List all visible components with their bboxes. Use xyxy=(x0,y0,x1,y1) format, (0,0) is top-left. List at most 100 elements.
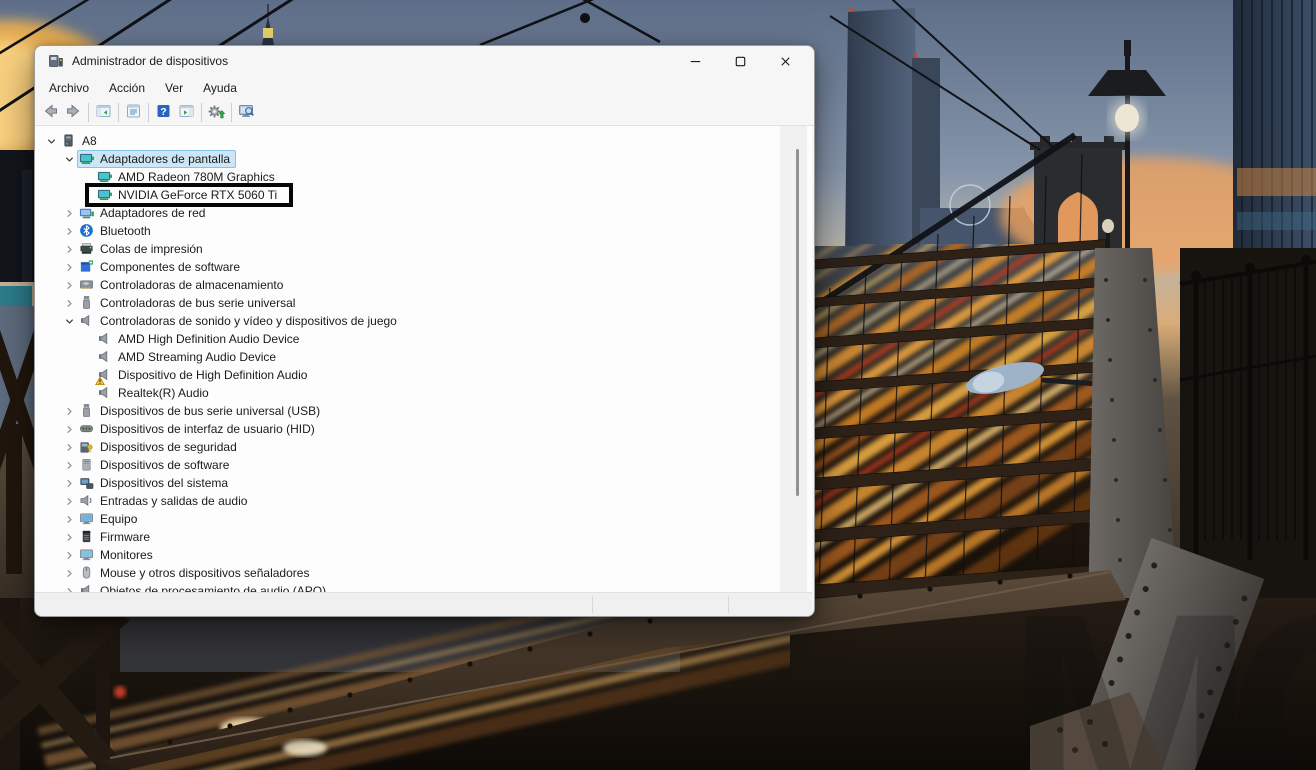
chevron-right-icon[interactable] xyxy=(61,241,77,257)
tree-item-controladoras-de-bus-serie-universal[interactable]: Controladoras de bus serie universal xyxy=(35,294,812,312)
chevron-right-icon[interactable] xyxy=(61,439,77,455)
menu-item-ver[interactable]: Ver xyxy=(156,78,192,98)
tree-item-label: Componentes de software xyxy=(100,259,240,275)
printer-icon xyxy=(79,241,95,257)
indent-spacer xyxy=(79,169,95,185)
toolbar-separator xyxy=(148,103,149,122)
chevron-right-icon[interactable] xyxy=(61,277,77,293)
tree-item-mouse-y-otros-dispositivos-senaladores[interactable]: Mouse y otros dispositivos señaladores xyxy=(35,564,812,582)
chevron-right-icon[interactable] xyxy=(61,493,77,509)
hid-device-icon xyxy=(79,421,95,437)
tree-item-label: Dispositivos de software xyxy=(100,457,229,473)
title-bar[interactable]: Administrador de dispositivos xyxy=(35,46,814,76)
tree-item-componentes-de-software[interactable]: Componentes de software xyxy=(35,258,812,276)
tree-item-controladoras-de-sonido-y-video-y-dispositivos-de-juego[interactable]: Controladoras de sonido y vídeo y dispos… xyxy=(35,312,812,330)
chevron-right-icon[interactable] xyxy=(61,457,77,473)
tree-item-amd-radeon-780m-graphics[interactable]: AMD Radeon 780M Graphics xyxy=(35,168,812,186)
tree-item-dispositivos-del-sistema[interactable]: Dispositivos del sistema xyxy=(35,474,812,492)
minimize-button[interactable] xyxy=(673,46,718,76)
indent-spacer xyxy=(79,385,95,401)
chevron-right-icon[interactable] xyxy=(61,205,77,221)
chevron-right-icon[interactable] xyxy=(61,511,77,527)
toolbar-button-help[interactable]: ? xyxy=(152,101,175,123)
maximize-button[interactable] xyxy=(718,46,763,76)
tree-item-adaptadores-de-red[interactable]: Adaptadores de red xyxy=(35,204,812,222)
usb-controller-icon xyxy=(79,295,95,311)
chevron-right-icon[interactable] xyxy=(61,475,77,491)
tree-item-colas-de-impresion[interactable]: Colas de impresión xyxy=(35,240,812,258)
chevron-down-icon[interactable] xyxy=(61,313,77,329)
close-button[interactable] xyxy=(763,46,808,76)
device-manager-icon xyxy=(48,53,64,69)
toolbar-button-scan-hardware-changes[interactable] xyxy=(235,101,258,123)
tree-item-a8[interactable]: A8 xyxy=(35,132,812,150)
chevron-right-icon[interactable] xyxy=(61,529,77,545)
software-component-icon xyxy=(79,259,95,275)
computer-icon xyxy=(61,133,77,149)
tree-item-dispositivo-de-high-definition-audio[interactable]: Dispositivo de High Definition Audio xyxy=(35,366,812,384)
audio-device-icon xyxy=(97,349,113,365)
status-divider xyxy=(592,596,593,613)
toolbar-separator xyxy=(118,103,119,122)
usb-controller-icon xyxy=(79,403,95,419)
menu-item-archivo[interactable]: Archivo xyxy=(40,78,98,98)
tree-item-label: Firmware xyxy=(100,529,150,545)
tree-item-nvidia-geforce-rtx-5060-ti[interactable]: NVIDIA GeForce RTX 5060 Ti xyxy=(35,186,812,204)
toolbar-button-update-driver[interactable] xyxy=(205,101,228,123)
scrollbar-thumb[interactable] xyxy=(796,149,799,496)
tree-item-label: AMD Streaming Audio Device xyxy=(118,349,276,365)
indent-spacer xyxy=(79,187,95,203)
chevron-right-icon[interactable] xyxy=(61,223,77,239)
tree-item-dispositivos-de-interfaz-de-usuario-hid[interactable]: Dispositivos de interfaz de usuario (HID… xyxy=(35,420,812,438)
tree-item-amd-high-definition-audio-device[interactable]: AMD High Definition Audio Device xyxy=(35,330,812,348)
display-adapter-icon xyxy=(97,187,113,203)
chevron-right-icon[interactable] xyxy=(61,421,77,437)
toolbar-button-properties[interactable] xyxy=(122,101,145,123)
tree-item-label: Entradas y salidas de audio xyxy=(100,493,247,509)
display-adapter-icon xyxy=(97,169,113,185)
tree-item-entradas-y-salidas-de-audio[interactable]: Entradas y salidas de audio xyxy=(35,492,812,510)
chevron-down-icon[interactable] xyxy=(61,151,77,167)
chevron-right-icon[interactable] xyxy=(61,403,77,419)
tree-item-label: AMD High Definition Audio Device xyxy=(118,331,299,347)
audio-device-icon xyxy=(97,385,113,401)
toolbar-button-show-console-tree[interactable] xyxy=(92,101,115,123)
tree-item-dispositivos-de-seguridad[interactable]: Dispositivos de seguridad xyxy=(35,438,812,456)
update-driver-icon xyxy=(208,103,225,122)
tree-item-label: Adaptadores de pantalla xyxy=(100,151,230,167)
indent-spacer xyxy=(79,349,95,365)
tree-item-realtek-r-audio[interactable]: Realtek(R) Audio xyxy=(35,384,812,402)
tree-item-label: Dispositivo de High Definition Audio xyxy=(118,367,307,383)
tree-item-bluetooth[interactable]: Bluetooth xyxy=(35,222,812,240)
menu-item-accion[interactable]: Acción xyxy=(100,78,154,98)
toolbar-separator xyxy=(201,103,202,122)
tree-item-dispositivos-de-software[interactable]: Dispositivos de software xyxy=(35,456,812,474)
vertical-scrollbar[interactable] xyxy=(780,126,807,593)
tree-item-firmware[interactable]: Firmware xyxy=(35,528,812,546)
chevron-right-icon[interactable] xyxy=(61,259,77,275)
menu-item-ayuda[interactable]: Ayuda xyxy=(194,78,246,98)
toolbar-button-show-action-pane[interactable] xyxy=(175,101,198,123)
network-adapter-icon xyxy=(79,205,95,221)
chevron-down-icon[interactable] xyxy=(43,133,59,149)
chevron-right-icon[interactable] xyxy=(61,295,77,311)
system-device-icon xyxy=(79,475,95,491)
tree-item-dispositivos-de-bus-serie-universal-usb[interactable]: Dispositivos de bus serie universal (USB… xyxy=(35,402,812,420)
tree-item-label: A8 xyxy=(82,133,97,149)
tree-item-equipo[interactable]: Equipo xyxy=(35,510,812,528)
tree-item-controladoras-de-almacenamiento[interactable]: Controladoras de almacenamiento xyxy=(35,276,812,294)
tree-item-monitores[interactable]: Monitores xyxy=(35,546,812,564)
toolbar-button-back[interactable] xyxy=(39,101,62,123)
tree-item-amd-streaming-audio-device[interactable]: AMD Streaming Audio Device xyxy=(35,348,812,366)
tree-item-label: AMD Radeon 780M Graphics xyxy=(118,169,275,185)
chevron-right-icon[interactable] xyxy=(61,565,77,581)
toolbar-button-forward[interactable] xyxy=(62,101,85,123)
scan-hardware-icon xyxy=(238,103,255,122)
back-arrow-icon xyxy=(42,103,59,122)
tree-item-label: Realtek(R) Audio xyxy=(118,385,209,401)
tree-item-label: Monitores xyxy=(100,547,153,563)
tree-item-label: Controladoras de bus serie universal xyxy=(100,295,295,311)
tree-item-adaptadores-de-pantalla[interactable]: Adaptadores de pantalla xyxy=(35,150,812,168)
chevron-right-icon[interactable] xyxy=(61,547,77,563)
tree-item-label: Controladoras de sonido y vídeo y dispos… xyxy=(100,313,397,329)
